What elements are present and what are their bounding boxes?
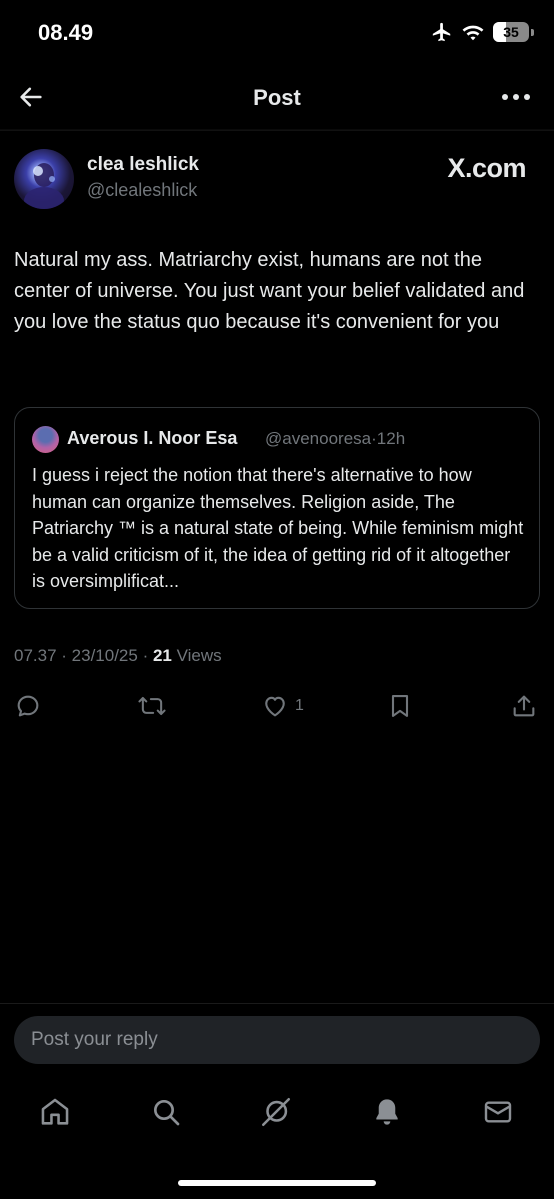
- share-button[interactable]: [510, 692, 538, 720]
- battery-percent: 35: [503, 24, 519, 40]
- bottom-navigation: [0, 1090, 554, 1134]
- post-screen: 08.49 35 Post clea leshlick @clealeshlic…: [0, 0, 554, 1199]
- status-time: 08.49: [38, 20, 94, 45]
- author-handle[interactable]: @clealeshlick: [87, 180, 197, 201]
- page-title: Post: [253, 85, 301, 110]
- like-icon: [265, 696, 285, 717]
- quote-text: I guess i reject the notion that there's…: [32, 465, 524, 591]
- author-name[interactable]: clea leshlick: [87, 154, 199, 176]
- action-bar: 1: [0, 688, 554, 724]
- post-text: Natural my ass. Matriarchy exist, humans…: [14, 249, 525, 333]
- grok-icon: [261, 1097, 291, 1127]
- author-avatar[interactable]: [14, 149, 74, 209]
- post-meta: 07.37 · 23/10/25 · 21 Views: [14, 646, 222, 665]
- post-time: 07.37: [14, 646, 57, 665]
- nav-grok[interactable]: [258, 1094, 294, 1130]
- repost-icon: [138, 696, 166, 716]
- quote-author-avatar: [32, 426, 59, 453]
- bookmark-icon: [391, 695, 409, 717]
- reply-input[interactable]: [14, 1016, 540, 1064]
- reply-divider: [0, 1003, 554, 1004]
- quote-author-name: Averous I. Noor Esa: [67, 428, 238, 448]
- views-count: 21: [152, 646, 172, 665]
- like-count: 1: [295, 697, 304, 714]
- quoted-post[interactable]: Averous I. Noor Esa @avenooresa·12h I gu…: [14, 407, 540, 609]
- wifi-icon: [462, 25, 484, 41]
- quote-meta: @avenooresa·12h: [265, 429, 405, 449]
- avatar-image: [24, 163, 64, 209]
- battery-icon: 35: [493, 22, 529, 42]
- header-divider: [0, 130, 554, 131]
- home-indicator: [178, 1180, 376, 1186]
- quote-time: 12h: [376, 429, 406, 448]
- messages-icon: [484, 1101, 512, 1123]
- reply-button[interactable]: [14, 692, 42, 720]
- reply-icon: [17, 695, 39, 717]
- top-bar: Post: [0, 66, 554, 130]
- airplane-icon: [432, 22, 451, 42]
- post-date: 23/10/25: [71, 646, 138, 665]
- notifications-icon: [376, 1099, 398, 1125]
- home-icon: [41, 1098, 69, 1125]
- views-label: Views: [176, 646, 222, 665]
- like-button[interactable]: 1: [261, 692, 304, 720]
- bookmark-button[interactable]: [386, 692, 414, 720]
- nav-notifications[interactable]: [369, 1094, 405, 1130]
- status-bar: 08.49 35: [0, 0, 554, 66]
- xcom-logo: X.com: [447, 153, 526, 183]
- quote-author-handle: @avenooresa: [265, 429, 372, 448]
- more-icon: [502, 94, 530, 100]
- nav-messages[interactable]: [480, 1094, 516, 1130]
- status-icons: 35: [431, 21, 534, 43]
- repost-button[interactable]: [136, 692, 168, 720]
- share-icon: [513, 695, 535, 717]
- more-options-button[interactable]: [498, 84, 534, 110]
- search-icon: [154, 1100, 180, 1126]
- battery-tip: [531, 28, 534, 36]
- nav-home[interactable]: [37, 1094, 73, 1130]
- nav-search[interactable]: [148, 1094, 184, 1130]
